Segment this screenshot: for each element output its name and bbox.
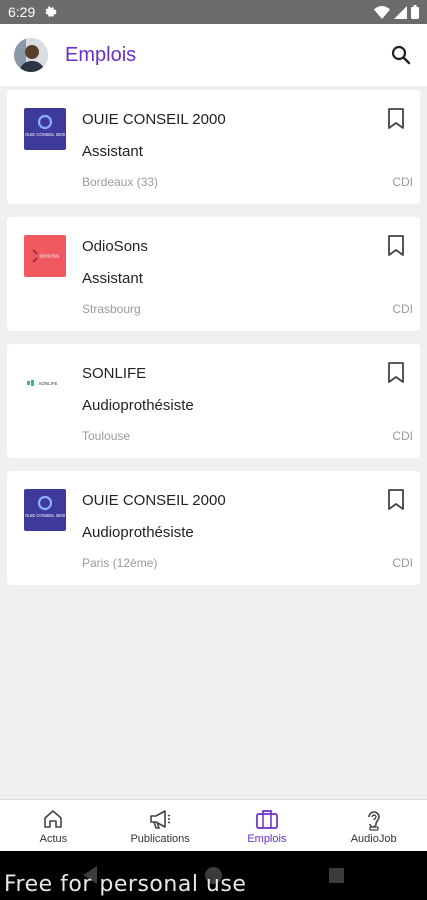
logo-text: OUIE CONSEIL 2000 bbox=[25, 513, 66, 518]
nav-label: Actus bbox=[39, 833, 68, 845]
bookmark-icon[interactable] bbox=[386, 108, 406, 130]
logo-text: ODIOSONS bbox=[37, 254, 60, 259]
job-contract: CDI bbox=[392, 302, 413, 316]
nav-item-emplois[interactable]: Emplois bbox=[214, 800, 321, 852]
bookmark-icon[interactable] bbox=[386, 489, 406, 511]
briefcase-icon bbox=[255, 807, 279, 831]
nav-label: Emplois bbox=[247, 833, 287, 845]
nav-label: AudioJob bbox=[350, 833, 397, 845]
settings-icon bbox=[45, 6, 57, 18]
nav-item-publications[interactable]: Publications bbox=[107, 800, 214, 852]
job-card[interactable]: OUIE CONSEIL 2000 OUIE CONSEIL 2000 Audi… bbox=[7, 471, 420, 585]
battery-icon bbox=[411, 5, 419, 19]
nav-label: Publications bbox=[130, 833, 190, 845]
company-logo: SONLIFE bbox=[24, 362, 66, 404]
signal-icon bbox=[394, 5, 407, 19]
bookmark-icon[interactable] bbox=[386, 235, 406, 257]
job-contract: CDI bbox=[392, 429, 413, 443]
job-title: Audioprothésiste bbox=[82, 524, 194, 541]
job-card[interactable]: ODIOSONS OdioSons Assistant Strasbourg C… bbox=[7, 217, 420, 331]
job-company: OdioSons bbox=[82, 238, 148, 255]
app-bar: Emplois bbox=[0, 24, 427, 86]
search-icon[interactable] bbox=[389, 43, 413, 67]
job-contract: CDI bbox=[392, 175, 413, 189]
ear-icon bbox=[362, 807, 386, 831]
job-company: SONLIFE bbox=[82, 365, 147, 382]
company-logo: ODIOSONS bbox=[24, 235, 66, 277]
job-location: Paris (12ème) bbox=[82, 556, 158, 570]
home-icon bbox=[41, 807, 65, 831]
nav-item-actus[interactable]: Actus bbox=[0, 800, 107, 852]
nav-item-audiojob[interactable]: AudioJob bbox=[320, 800, 427, 852]
job-location: Bordeaux (33) bbox=[82, 175, 159, 189]
status-bar: 6:29 bbox=[0, 0, 427, 24]
logo-text: OUIE CONSEIL 2000 bbox=[25, 132, 66, 137]
status-time: 6:29 bbox=[8, 4, 36, 20]
page-title: Emplois bbox=[65, 43, 137, 66]
job-location: Strasbourg bbox=[82, 302, 141, 316]
job-title: Audioprothésiste bbox=[82, 397, 194, 414]
job-contract: CDI bbox=[392, 556, 413, 570]
wifi-icon bbox=[374, 5, 390, 19]
company-logo: OUIE CONSEIL 2000 bbox=[24, 489, 66, 531]
recent-apps-icon[interactable] bbox=[329, 868, 344, 883]
job-title: Assistant bbox=[82, 143, 143, 160]
job-card[interactable]: OUIE CONSEIL 2000 OUIE CONSEIL 2000 Assi… bbox=[7, 90, 420, 204]
avatar[interactable] bbox=[14, 38, 48, 72]
megaphone-icon bbox=[148, 807, 172, 831]
bookmark-icon[interactable] bbox=[386, 362, 406, 384]
bottom-nav: Actus Publications Emplois AudioJob bbox=[0, 799, 427, 852]
job-title: Assistant bbox=[82, 270, 143, 287]
watermark: Free for personal use bbox=[4, 872, 247, 897]
company-logo: OUIE CONSEIL 2000 bbox=[24, 108, 66, 150]
job-company: OUIE CONSEIL 2000 bbox=[82, 492, 226, 509]
job-location: Toulouse bbox=[82, 429, 131, 443]
job-company: OUIE CONSEIL 2000 bbox=[82, 111, 226, 128]
logo-text: SONLIFE bbox=[39, 381, 58, 386]
job-card[interactable]: SONLIFE SONLIFE Audioprothésiste Toulous… bbox=[7, 344, 420, 458]
